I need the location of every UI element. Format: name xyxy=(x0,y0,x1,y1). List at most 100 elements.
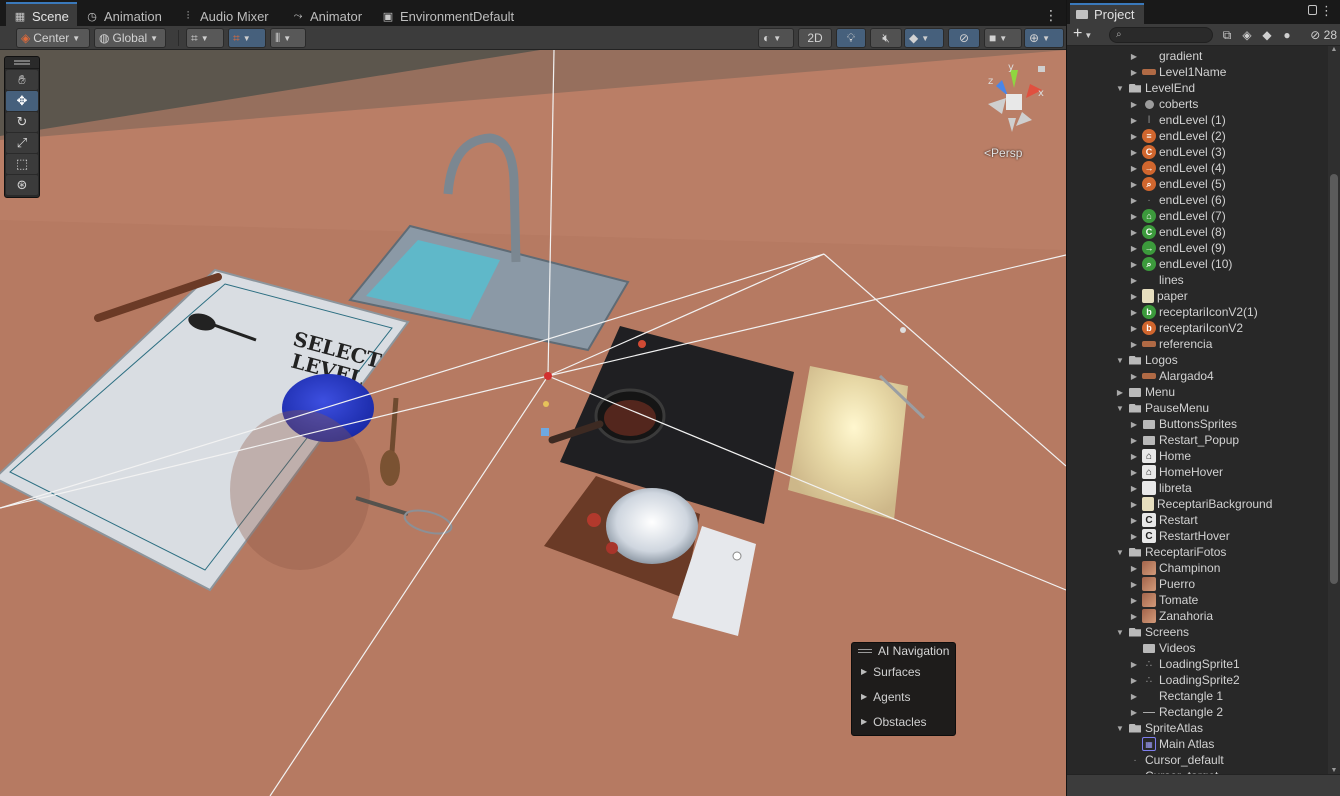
expand-right-icon[interactable]: ▶ xyxy=(1129,68,1139,77)
space-dropdown[interactable]: ◍ Global ▼ xyxy=(94,28,166,48)
orientation-gizmo[interactable]: y x z xyxy=(972,60,1056,160)
rect-tool-button[interactable]: ⬚ xyxy=(6,154,38,174)
search-input[interactable]: ⌕ xyxy=(1109,27,1213,43)
project-tree-item[interactable]: ▶ CendLevel (3) xyxy=(1067,144,1329,160)
shading-mode-button[interactable]: ◐ ▼ xyxy=(758,28,794,48)
expand-right-icon[interactable]: ▶ xyxy=(1129,516,1139,525)
tab-project[interactable]: Project xyxy=(1070,3,1144,24)
palette-grip[interactable] xyxy=(5,57,39,69)
scene-viewport[interactable]: SELECT LEVEL ✋︎ ✥ ↻ ⤢ ⬚ ⊛ y x z <Persp A… xyxy=(0,50,1066,796)
expand-right-icon[interactable]: ▶ xyxy=(1115,388,1125,397)
visibility-toggle-button[interactable]: ⊘ xyxy=(948,28,980,48)
expand-right-icon[interactable]: ▶ xyxy=(1129,276,1139,285)
project-tree-item[interactable]: ▶ lines xyxy=(1067,272,1329,288)
project-tree-item[interactable]: ▶ ∴ LoadingSprite2 xyxy=(1067,672,1329,688)
project-tree-item[interactable]: ▶ Restart_Popup xyxy=(1067,432,1329,448)
scrollbar-thumb[interactable] xyxy=(1330,174,1338,584)
project-tree-item[interactable]: ▶ ⌂ Home xyxy=(1067,448,1329,464)
project-tree-item[interactable]: ▶ → endLevel (4) xyxy=(1067,160,1329,176)
expand-right-icon[interactable]: ▶ xyxy=(1129,116,1139,125)
expand-down-icon[interactable]: ▼ xyxy=(1115,84,1125,93)
project-tree-item[interactable]: ▶ CendLevel (8) xyxy=(1067,224,1329,240)
audio-toggle-button[interactable]: 🔇︎ xyxy=(870,28,902,48)
ai-navigation-header[interactable]: AI Navigation xyxy=(852,643,955,659)
ai-nav-item-obstacles[interactable]: ▶ Obstacles xyxy=(852,709,955,734)
lock-icon[interactable] xyxy=(1308,5,1317,15)
project-tree-item[interactable]: ▶ Tomate xyxy=(1067,592,1329,608)
tab-scene[interactable]: ▦ Scene xyxy=(6,2,77,29)
scale-tool-button[interactable]: ⤢ xyxy=(6,133,38,153)
ai-nav-item-surfaces[interactable]: ▶ Surfaces xyxy=(852,659,955,684)
project-tree-item[interactable]: ▶ b receptariIconV2 xyxy=(1067,320,1329,336)
project-tree-item[interactable]: ▶ Rectangle 2 xyxy=(1067,704,1329,720)
project-tree-item[interactable]: ▼ Screens xyxy=(1067,624,1329,640)
expand-right-icon[interactable]: ▶ xyxy=(1129,580,1139,589)
project-tree-item[interactable]: ▶ Champinon xyxy=(1067,560,1329,576)
expand-right-icon[interactable]: ▶ xyxy=(1129,196,1139,205)
lighting-toggle-button[interactable]: 💡︎ xyxy=(836,28,866,48)
expand-right-icon[interactable]: ▶ xyxy=(1129,372,1139,381)
expand-right-icon[interactable]: ▶ xyxy=(1129,228,1139,237)
expand-right-icon[interactable]: ▶ xyxy=(1129,324,1139,333)
project-tree-item[interactable]: ▶ Rectangle 1 xyxy=(1067,688,1329,704)
projection-toggle[interactable]: <Persp xyxy=(984,146,1022,160)
toggle-2d-button[interactable]: 2D xyxy=(798,28,832,48)
expand-right-icon[interactable]: ▶ xyxy=(1129,468,1139,477)
hand-tool-button[interactable]: ✋︎ xyxy=(6,70,38,90)
increment-snap-button[interactable]: ⌗ ▼ xyxy=(228,28,266,48)
project-tree-item[interactable]: · Cursor_default xyxy=(1067,752,1329,768)
project-tree-item[interactable]: ▶ C Restart xyxy=(1067,512,1329,528)
expand-right-icon[interactable]: ▶ xyxy=(1129,292,1139,301)
project-tree-item[interactable]: ▶ ǀ endLevel (1) xyxy=(1067,112,1329,128)
project-tree-item[interactable]: ▶ Level1Name xyxy=(1067,64,1329,80)
project-tree-item[interactable]: ▶ → endLevel (9) xyxy=(1067,240,1329,256)
search-by-type-icon[interactable]: ⧉ xyxy=(1219,27,1235,43)
project-tree-item[interactable]: ▶ ≡ endLevel (2) xyxy=(1067,128,1329,144)
project-tree-item[interactable]: ▶ ⌕ endLevel (5) xyxy=(1067,176,1329,192)
expand-right-icon[interactable]: ▶ xyxy=(1129,564,1139,573)
project-tree-item[interactable]: ▶ ButtonsSprites xyxy=(1067,416,1329,432)
expand-right-icon[interactable]: ▶ xyxy=(1129,452,1139,461)
expand-right-icon[interactable]: ▶ xyxy=(1129,500,1139,509)
project-tree-item[interactable]: ▶ coberts xyxy=(1067,96,1329,112)
expand-right-icon[interactable]: ▶ xyxy=(1129,420,1139,429)
log-filter-icon[interactable]: ● xyxy=(1279,27,1295,43)
expand-right-icon[interactable]: ▶ xyxy=(1129,692,1139,701)
project-tree-item[interactable]: ▶ Alargado4 xyxy=(1067,368,1329,384)
camera-dropdown[interactable]: ■ ▼ xyxy=(984,28,1022,48)
hidden-packages-toggle[interactable]: ⊘ 28 xyxy=(1310,27,1337,43)
project-tree-item[interactable]: ▶ libreta xyxy=(1067,480,1329,496)
rotate-tool-button[interactable]: ↻ xyxy=(6,112,38,132)
grid-snap-button[interactable]: ⌗ ▼ xyxy=(186,28,224,48)
expand-right-icon[interactable]: ▶ xyxy=(1129,244,1139,253)
kebab-menu-icon[interactable]: ⋮ xyxy=(1320,3,1333,19)
project-tree-item[interactable]: ▶ C RestartHover xyxy=(1067,528,1329,544)
project-tree-item[interactable]: ▼ ReceptariFotos xyxy=(1067,544,1329,560)
project-tree-item[interactable]: ▼ SpriteAtlas xyxy=(1067,720,1329,736)
expand-down-icon[interactable]: ▼ xyxy=(1115,724,1125,733)
project-tree-item[interactable]: ▼ PauseMenu xyxy=(1067,400,1329,416)
project-tree-item[interactable]: ▶ ⌂ HomeHover xyxy=(1067,464,1329,480)
project-tree-item[interactable]: ▦ Main Atlas xyxy=(1067,736,1329,752)
expand-down-icon[interactable]: ▼ xyxy=(1115,356,1125,365)
project-tree-item[interactable]: ▶ Menu xyxy=(1067,384,1329,400)
expand-right-icon[interactable]: ▶ xyxy=(1129,180,1139,189)
pivot-dropdown[interactable]: ◈ Center ▼ xyxy=(16,28,90,48)
project-tree-item[interactable]: ▶ · endLevel (6) xyxy=(1067,192,1329,208)
expand-right-icon[interactable]: ▶ xyxy=(1129,100,1139,109)
expand-right-icon[interactable]: ▶ xyxy=(1129,132,1139,141)
expand-right-icon[interactable]: ▶ xyxy=(1129,596,1139,605)
effects-dropdown[interactable]: ◆ ▼ xyxy=(904,28,944,48)
expand-down-icon[interactable]: ▼ xyxy=(1115,628,1125,637)
project-scrollbar[interactable]: ▲ ▼ xyxy=(1328,46,1340,774)
project-tree-item[interactable]: ▶ ReceptariBackground xyxy=(1067,496,1329,512)
project-tree-item[interactable]: ▶ Puerro xyxy=(1067,576,1329,592)
project-tree-item[interactable]: Videos xyxy=(1067,640,1329,656)
transform-tool-button[interactable]: ⊛ xyxy=(6,175,38,195)
expand-down-icon[interactable]: ▼ xyxy=(1115,404,1125,413)
project-tree-item[interactable]: ▼ Logos xyxy=(1067,352,1329,368)
project-tree-item[interactable]: ▶ gradient xyxy=(1067,48,1329,64)
expand-right-icon[interactable]: ▶ xyxy=(1129,52,1139,61)
project-tree-item[interactable]: ▶ b receptariIconV2(1) xyxy=(1067,304,1329,320)
move-tool-button[interactable]: ✥ xyxy=(6,91,38,111)
